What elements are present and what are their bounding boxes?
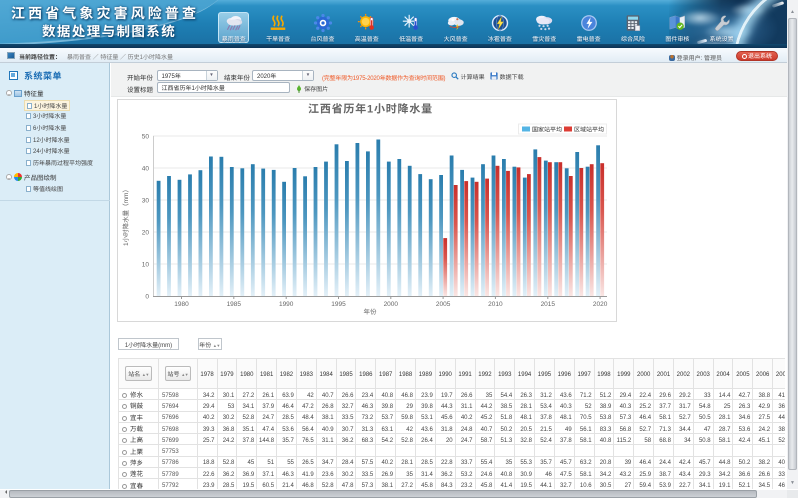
svg-text:0: 0: [145, 291, 149, 301]
svg-text:年份: 年份: [364, 306, 378, 316]
svg-text:2010: 2010: [488, 298, 503, 308]
svg-text:1990: 1990: [279, 298, 294, 308]
svg-text:2015: 2015: [541, 298, 556, 308]
svg-text:区域站平均: 区域站平均: [574, 125, 604, 134]
svg-text:2005: 2005: [436, 298, 451, 308]
svg-text:2020: 2020: [593, 298, 608, 308]
svg-text:2000: 2000: [384, 298, 399, 308]
svg-text:国家站平均: 国家站平均: [532, 125, 562, 134]
svg-text:50: 50: [142, 131, 150, 141]
svg-text:20: 20: [142, 227, 150, 237]
svg-text:10: 10: [142, 259, 150, 269]
svg-text:1985: 1985: [227, 298, 242, 308]
svg-text:40: 40: [142, 163, 150, 173]
svg-text:1小时降水量（mm）: 1小时降水量（mm）: [120, 186, 130, 246]
svg-text:1995: 1995: [331, 298, 346, 308]
svg-text:1980: 1980: [174, 298, 189, 308]
svg-text:30: 30: [142, 195, 150, 205]
svg-text:江西省历年1小时降水量: 江西省历年1小时降水量: [308, 101, 433, 117]
